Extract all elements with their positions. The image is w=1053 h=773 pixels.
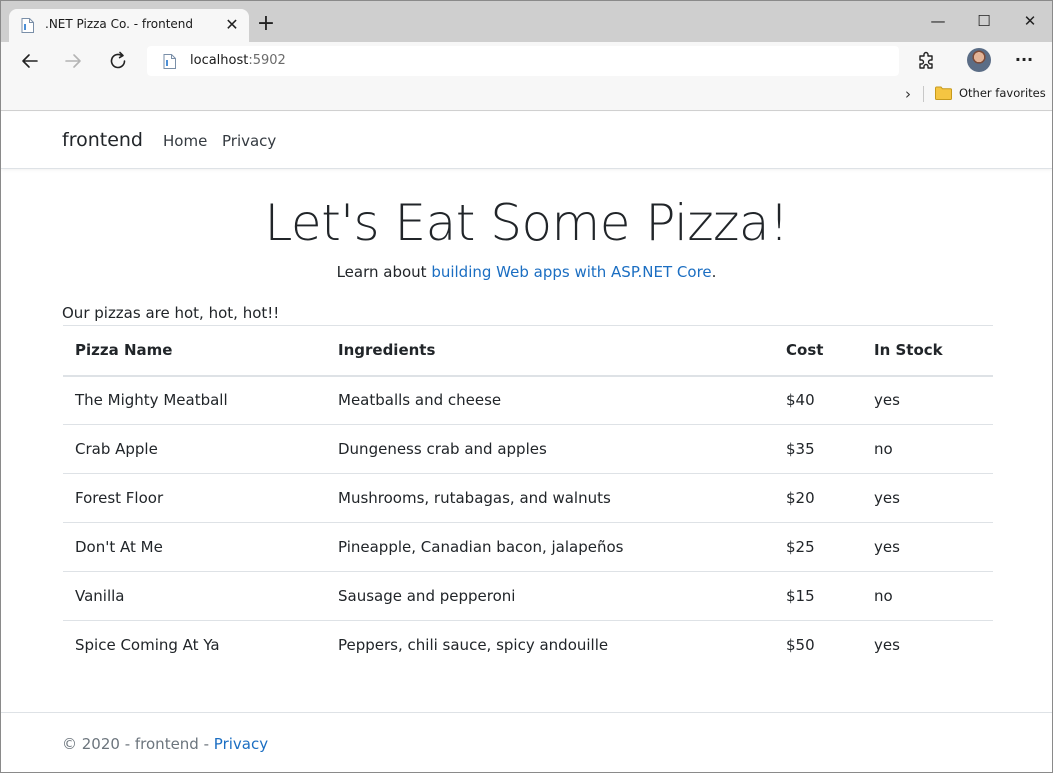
- ingredients-cell: Sausage and pepperoni: [326, 571, 774, 621]
- in-stock-cell: no: [862, 571, 993, 621]
- in-stock-cell: yes: [862, 473, 993, 523]
- footer-text: © 2020 - frontend -: [62, 735, 214, 753]
- pizza-table: Pizza Name Ingredients Cost In Stock The…: [63, 325, 993, 670]
- site-navbar: frontend Home Privacy: [1, 112, 1052, 169]
- close-window-icon[interactable]: ✕: [1015, 9, 1045, 33]
- favorites-bar: › Other favorites: [1, 80, 1052, 111]
- column-header: Ingredients: [326, 325, 774, 377]
- cost-cell: $50: [786, 636, 815, 655]
- cost-cell: $15: [774, 571, 862, 621]
- in-stock-cell: yes: [862, 375, 993, 425]
- site-brand-link[interactable]: frontend: [62, 129, 143, 151]
- table-row: The Mighty Meatball Meatballs and cheese…: [63, 375, 993, 425]
- more-options-icon[interactable]: ···: [1011, 48, 1037, 72]
- footer-copyright: © 2020 - frontend - Privacy: [62, 735, 268, 753]
- cost-cell: $35: [774, 424, 862, 474]
- page-icon: [163, 54, 176, 69]
- table-row: Forest Floor Mushrooms, rutabagas, and w…: [63, 473, 993, 523]
- new-tab-icon[interactable]: +: [255, 13, 277, 35]
- avatar[interactable]: [967, 48, 991, 72]
- other-favorites-link[interactable]: Other favorites: [959, 86, 1046, 100]
- address-url: localhost:5902: [190, 53, 286, 68]
- chevron-right-icon[interactable]: ›: [900, 86, 916, 102]
- cost-cell: $40: [774, 375, 862, 425]
- site-footer: © 2020 - frontend - Privacy: [1, 712, 1052, 772]
- browser-tab[interactable]: .NET Pizza Co. - frontend ✕: [9, 9, 249, 42]
- folder-icon[interactable]: [935, 86, 952, 100]
- page-subtitle: Learn about building Web apps with ASP.N…: [1, 263, 1052, 281]
- column-header: Cost: [774, 325, 862, 377]
- table-row: Vanilla Sausage and pepperoni $15 no: [63, 571, 993, 621]
- browser-toolbar: localhost:5902 ···: [1, 42, 1052, 80]
- tab-close-icon[interactable]: ✕: [223, 16, 241, 34]
- pizza-name-cell: Forest Floor: [63, 473, 326, 523]
- favorites-divider: [923, 86, 924, 102]
- minimize-icon[interactable]: —: [923, 9, 953, 33]
- ingredients-cell: Dungeness crab and apples: [326, 424, 774, 474]
- pizza-name-cell: Spice Coming At Ya: [75, 636, 220, 655]
- table-row: Spice Coming At Ya Peppers, chili sauce,…: [63, 621, 993, 670]
- tab-title: .NET Pizza Co. - frontend: [45, 17, 194, 31]
- pizza-name-cell: The Mighty Meatball: [63, 375, 326, 425]
- pizza-name-cell: Crab Apple: [63, 424, 326, 474]
- aspnet-docs-link[interactable]: building Web apps with ASP.NET Core: [431, 263, 711, 281]
- ingredients-cell: Peppers, chili sauce, spicy andouille: [338, 636, 609, 655]
- arrow-left-icon[interactable]: [17, 48, 43, 74]
- subtitle-prefix: Learn about: [336, 263, 432, 281]
- address-port: :5902: [248, 53, 286, 68]
- column-header: Pizza Name: [63, 325, 326, 377]
- column-header: In Stock: [862, 325, 993, 377]
- nav-link-home[interactable]: Home: [163, 132, 207, 150]
- footer-privacy-link[interactable]: Privacy: [214, 735, 268, 753]
- web-page: frontend Home Privacy Let's Eat Some Piz…: [1, 112, 1052, 772]
- in-stock-cell: yes: [874, 636, 900, 655]
- extensions-icon[interactable]: [916, 50, 938, 72]
- pizza-name-cell: Don't At Me: [63, 522, 326, 572]
- browser-window: .NET Pizza Co. - frontend ✕ + — ☐ ✕ loca…: [0, 0, 1053, 773]
- table-row: Don't At Me Pineapple, Canadian bacon, j…: [63, 522, 993, 572]
- address-host: localhost: [190, 53, 249, 68]
- arrow-right-icon[interactable]: [60, 48, 86, 74]
- tab-strip: .NET Pizza Co. - frontend ✕ + — ☐ ✕: [1, 1, 1052, 42]
- refresh-icon[interactable]: [105, 48, 131, 74]
- intro-text: Our pizzas are hot, hot, hot!!: [62, 304, 280, 322]
- ingredients-cell: Meatballs and cheese: [326, 375, 774, 425]
- maximize-icon[interactable]: ☐: [969, 9, 999, 33]
- pizza-name-cell: Vanilla: [63, 571, 326, 621]
- in-stock-cell: no: [862, 424, 993, 474]
- cost-cell: $25: [774, 522, 862, 572]
- subtitle-suffix: .: [711, 263, 717, 281]
- table-row: Crab Apple Dungeness crab and apples $35…: [63, 424, 993, 474]
- table-header-row: Pizza Name Ingredients Cost In Stock: [63, 325, 993, 377]
- page-icon: [21, 18, 34, 33]
- nav-link-privacy[interactable]: Privacy: [222, 132, 276, 150]
- address-bar[interactable]: localhost:5902: [147, 46, 899, 76]
- in-stock-cell: yes: [862, 522, 993, 572]
- cost-cell: $20: [774, 473, 862, 523]
- ingredients-cell: Mushrooms, rutabagas, and walnuts: [326, 473, 774, 523]
- ingredients-cell: Pineapple, Canadian bacon, jalapeños: [326, 522, 774, 572]
- page-title: Let's Eat Some Pizza!: [264, 194, 789, 252]
